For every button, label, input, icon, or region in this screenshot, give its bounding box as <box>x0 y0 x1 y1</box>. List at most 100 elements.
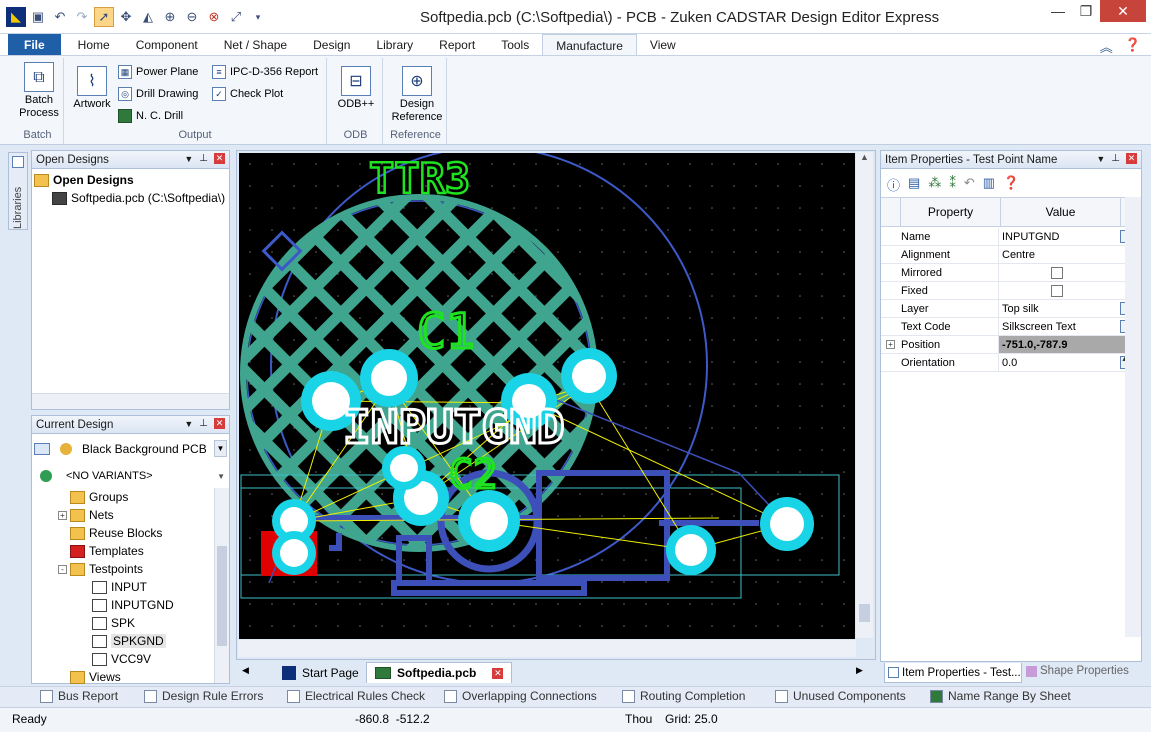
libraries-side-tab[interactable]: Libraries <box>8 152 28 230</box>
property-row-orientation[interactable]: Orientation0.0▲▼ <box>881 354 1135 372</box>
tab-start-page[interactable]: Start Page <box>274 662 367 683</box>
chevron-down-icon[interactable]: ▼ <box>214 440 227 457</box>
tab-home[interactable]: Home <box>65 34 123 55</box>
panel-dropdown-icon[interactable]: ▼ <box>184 419 193 429</box>
tree-item-groups[interactable]: Groups <box>32 488 229 506</box>
mirror-icon[interactable]: ◭ <box>138 7 158 27</box>
nc-drill-button[interactable]: N. C. Drill <box>118 109 183 123</box>
scroll-thumb[interactable] <box>859 604 870 622</box>
properties-icon[interactable]: ▤ <box>908 175 920 194</box>
variant-selector[interactable]: <NO VARIANTS> ▼ <box>34 466 228 486</box>
close-button[interactable]: ✕ <box>1100 0 1146 22</box>
design-reference-button[interactable]: ⊕ Design Reference <box>389 66 445 124</box>
background-selector[interactable]: Black Background PCB ▼ <box>34 438 228 460</box>
minimize-button[interactable]: — <box>1043 0 1073 22</box>
tab-routing-completion[interactable]: Routing Completion <box>622 689 745 703</box>
pin-icon[interactable]: ⊥ <box>199 418 208 429</box>
help-icon[interactable]: ❓ <box>1125 37 1141 56</box>
odb-button[interactable]: ⊟ ODB++ <box>333 66 379 111</box>
undo-icon[interactable]: ↶ <box>50 7 70 27</box>
tree-item-views[interactable]: Views <box>32 668 229 684</box>
help-icon[interactable]: ❓ <box>1003 175 1019 194</box>
tree-item-vcc9v[interactable]: VCC9V <box>32 650 229 668</box>
scroll-thumb[interactable] <box>217 546 227 646</box>
zoom-in-icon[interactable]: ⊕ <box>160 7 180 27</box>
property-row-fixed[interactable]: Fixed <box>881 282 1135 300</box>
chevron-down-icon[interactable]: ▼ <box>217 472 225 481</box>
close-icon[interactable]: ✕ <box>214 418 225 429</box>
info-icon[interactable]: ⓘ <box>887 175 900 194</box>
tab-net-shape[interactable]: Net / Shape <box>211 34 300 55</box>
close-icon[interactable]: ✕ <box>492 667 504 679</box>
tab-item-properties[interactable]: Item Properties - Test... <box>884 663 1022 683</box>
file-tab[interactable]: File <box>8 34 61 55</box>
canvas-vscroll[interactable]: ▲ <box>856 152 873 638</box>
collapse-icon[interactable]: - <box>58 564 67 574</box>
tab-manufacture[interactable]: Manufacture <box>542 34 637 55</box>
panel-dropdown-icon[interactable]: ▼ <box>184 154 193 164</box>
scroll-up-icon[interactable]: ▲ <box>856 152 873 168</box>
close-icon[interactable]: ✕ <box>1126 153 1137 164</box>
artwork-button[interactable]: ⌇ Artwork <box>70 66 114 111</box>
tree-item-inputgnd[interactable]: INPUTGND <box>32 596 229 614</box>
restore-button[interactable]: ❐ <box>1073 0 1099 22</box>
property-row-text-code[interactable]: Text Code Silkscreen Text <box>881 318 1135 336</box>
component-icon[interactable]: ⁂ <box>928 175 941 194</box>
zoom-out-icon[interactable]: ⊖ <box>182 7 202 27</box>
export-icon[interactable]: ▥ <box>983 175 995 194</box>
zoom-fit-icon[interactable]: ⤢ <box>226 7 246 27</box>
pcb-canvas[interactable]: TTR3 C1 C2 INPUTGND <box>239 153 855 639</box>
expand-icon[interactable]: + <box>886 340 895 349</box>
tab-softpedia-pcb[interactable]: Softpedia.pcb ✕ <box>366 662 513 683</box>
close-icon[interactable]: ✕ <box>214 153 225 164</box>
property-row-name[interactable]: Name INPUTGND <box>881 228 1135 246</box>
tab-bus-report[interactable]: Bus Report <box>40 689 118 703</box>
tab-library[interactable]: Library <box>363 34 426 55</box>
column-value[interactable]: Value <box>1001 198 1121 226</box>
tab-design[interactable]: Design <box>300 34 363 55</box>
zoom-area-icon[interactable]: ⊗ <box>204 7 224 27</box>
property-row-mirrored[interactable]: Mirrored <box>881 264 1135 282</box>
column-property[interactable]: Property <box>901 198 1001 226</box>
tree-vscroll[interactable] <box>214 488 229 683</box>
tree-item-design[interactable]: Softpedia.pcb (C:\Softpedia\) <box>32 189 229 207</box>
checkbox[interactable] <box>1051 285 1063 297</box>
save-icon[interactable]: ▣ <box>28 7 48 27</box>
property-row-alignment[interactable]: Alignment Centre <box>881 246 1135 264</box>
power-plane-button[interactable]: ▦ Power Plane <box>118 65 198 79</box>
undo-icon[interactable]: ↶ <box>964 175 975 194</box>
tree-item-templates[interactable]: Templates <box>32 542 229 560</box>
tree-item-reuse-blocks[interactable]: Reuse Blocks <box>32 524 229 542</box>
redo-icon[interactable]: ↷ <box>72 7 92 27</box>
tab-shape-properties[interactable]: Shape Properties <box>1026 665 1129 677</box>
checkbox[interactable] <box>1051 267 1063 279</box>
tree-item-spk[interactable]: SPK <box>32 614 229 632</box>
tab-design-rule-errors[interactable]: Design Rule Errors <box>144 689 263 703</box>
tree-item-input[interactable]: INPUT <box>32 578 229 596</box>
tab-name-range-by-sheet[interactable]: Name Range By Sheet <box>930 689 1071 703</box>
net-icon[interactable]: ⁑ <box>949 175 956 194</box>
tab-electrical-rules-check[interactable]: Electrical Rules Check <box>287 689 425 703</box>
tab-overlapping-connections[interactable]: Overlapping Connections <box>444 689 597 703</box>
batch-process-button[interactable]: ⧉ Batch Process <box>16 62 62 120</box>
property-row-layer[interactable]: Layer Top silk <box>881 300 1135 318</box>
tab-unused-components[interactable]: Unused Components <box>775 689 906 703</box>
tree-item-nets[interactable]: + Nets <box>32 506 229 524</box>
pin-icon[interactable]: ⊥ <box>1111 153 1120 164</box>
canvas-hscroll[interactable] <box>238 640 856 657</box>
property-row-position[interactable]: + Position -751.0,-787.9 <box>881 336 1135 354</box>
tabs-scroll-right-icon[interactable]: ▶ <box>856 665 863 676</box>
ipc-report-button[interactable]: ≡ IPC-D-356 Report <box>212 65 318 79</box>
tree-item-testpoints[interactable]: - Testpoints <box>32 560 229 578</box>
panel-dropdown-icon[interactable]: ▼ <box>1096 154 1105 164</box>
tab-report[interactable]: Report <box>426 34 488 55</box>
drill-drawing-button[interactable]: ◎ Drill Drawing <box>118 87 198 101</box>
tab-tools[interactable]: Tools <box>488 34 542 55</box>
tabs-scroll-left-icon[interactable]: ◀ <box>242 665 249 676</box>
minimize-ribbon-icon[interactable]: ︽ <box>1100 37 1113 56</box>
select-pointer-icon[interactable]: ➚ <box>94 7 114 27</box>
tree-item-spkgnd[interactable]: SPKGND <box>32 632 229 650</box>
move-icon[interactable]: ✥ <box>116 7 136 27</box>
check-plot-button[interactable]: ✓ Check Plot <box>212 87 283 101</box>
selected-text-inputgnd[interactable]: INPUTGND <box>342 399 567 456</box>
